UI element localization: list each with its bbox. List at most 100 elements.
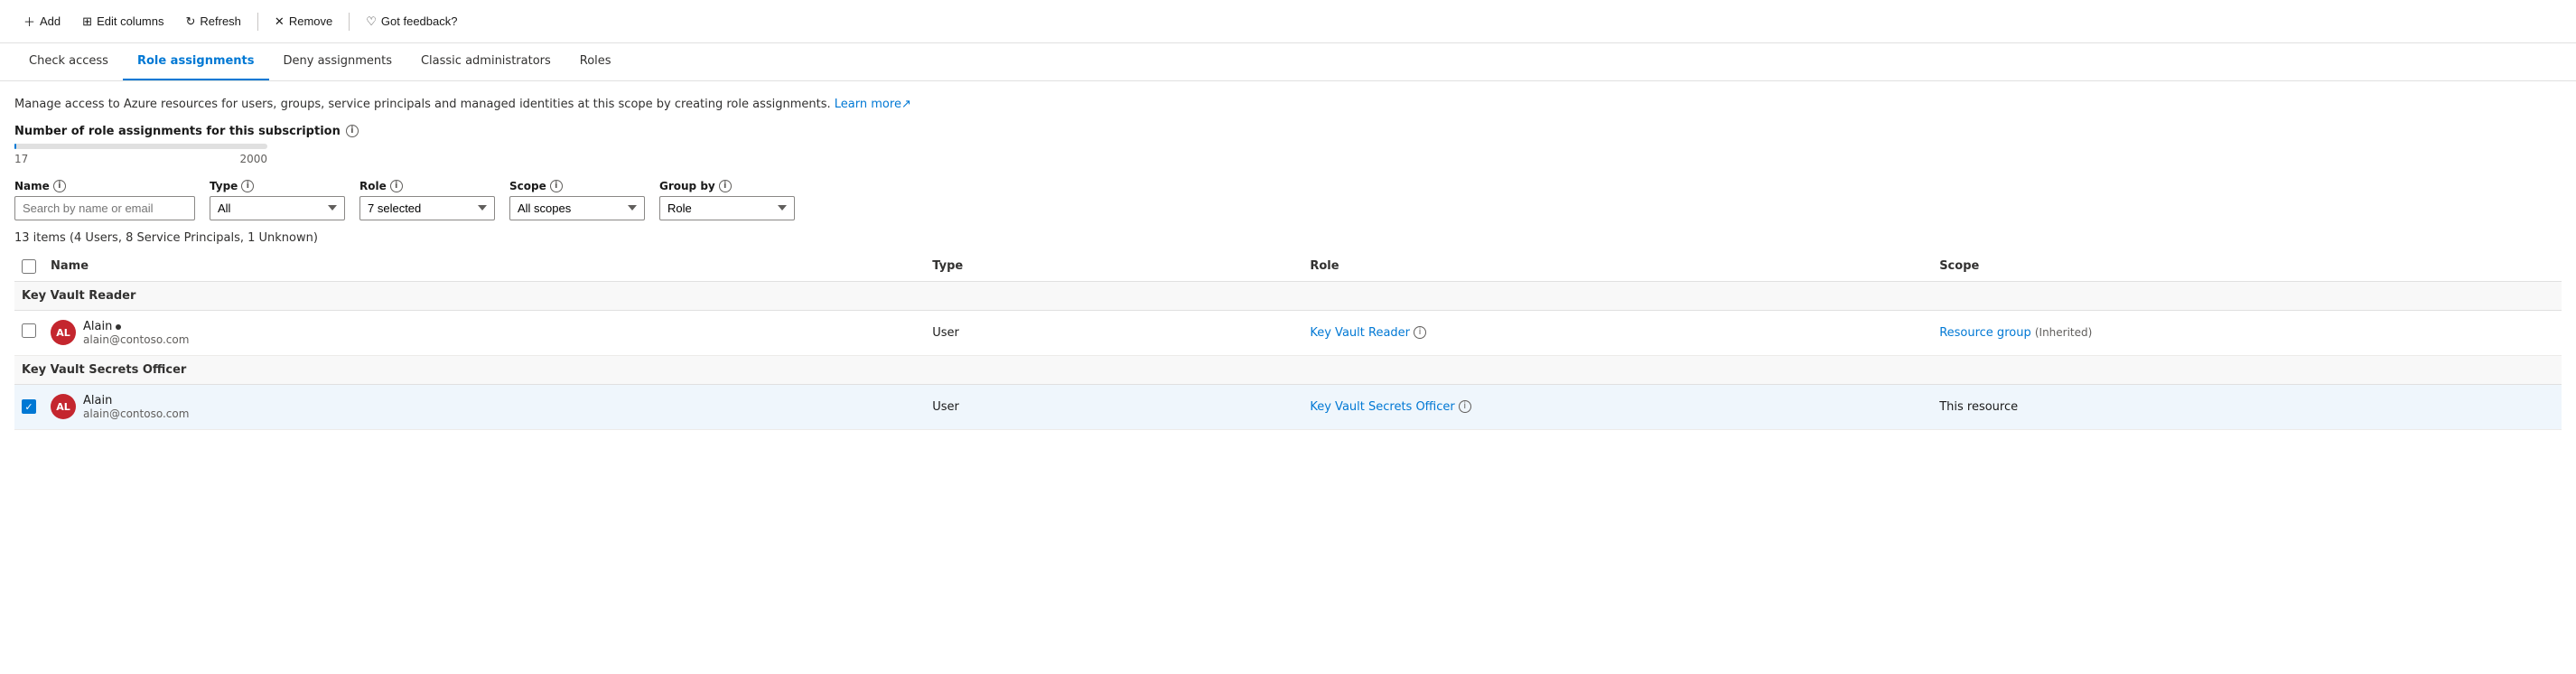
filter-type-label: Type i	[210, 180, 345, 192]
progress-max: 2000	[239, 153, 267, 165]
filter-scope-group: Scope i All scopesThis resourceInherited	[509, 180, 645, 220]
progress-label: Number of role assignments for this subs…	[14, 125, 2562, 138]
header-name: Name	[43, 252, 925, 282]
remove-label: Remove	[289, 14, 332, 28]
filter-groupby-group: Group by i RoleNameTypeScope	[659, 180, 795, 220]
tab-role-assignments[interactable]: Role assignments	[123, 43, 269, 80]
feedback-icon: ♡	[366, 14, 377, 29]
add-button[interactable]: ＋ Add	[14, 7, 70, 35]
add-label: Add	[40, 14, 61, 28]
row-checkbox[interactable]	[22, 399, 36, 414]
table-body: Key Vault Reader AL Alain alain@contoso.…	[14, 281, 2562, 429]
name-primary: Alain	[83, 320, 189, 333]
checkbox-cell	[14, 384, 43, 429]
remove-button[interactable]: ✕ Remove	[266, 9, 341, 34]
row-checkbox[interactable]	[22, 323, 36, 338]
avatar: AL	[51, 394, 76, 419]
name-secondary: alain@contoso.com	[83, 333, 189, 346]
role-link[interactable]: Key Vault Secrets Officer i	[1310, 400, 1925, 414]
role-link[interactable]: Key Vault Reader i	[1310, 326, 1925, 340]
edit-columns-button[interactable]: ⊞ Edit columns	[73, 9, 173, 34]
search-input[interactable]	[14, 196, 195, 220]
group-label: Key Vault Secrets Officer	[14, 355, 2562, 384]
checkbox-cell	[14, 310, 43, 355]
learn-more-link[interactable]: Learn more↗	[835, 98, 911, 111]
group-label: Key Vault Reader	[14, 281, 2562, 310]
filter-type-group: Type i AllUserGroupService PrincipalMana…	[210, 180, 345, 220]
toolbar-divider-1	[257, 13, 258, 31]
role-cell: Key Vault Reader i	[1302, 310, 1932, 355]
tab-roles[interactable]: Roles	[565, 43, 626, 80]
edit-columns-label: Edit columns	[97, 14, 163, 28]
tab-classic-administrators[interactable]: Classic administrators	[406, 43, 565, 80]
toolbar: ＋ Add ⊞ Edit columns ↻ Refresh ✕ Remove …	[0, 0, 2576, 43]
toolbar-divider-2	[349, 13, 350, 31]
content-area: Manage access to Azure resources for use…	[0, 81, 2576, 445]
name-cell: AL Alain alain@contoso.com	[43, 310, 925, 355]
avatar: AL	[51, 320, 76, 345]
scope-cell: Resource group (Inherited)	[1932, 310, 2562, 355]
filter-name-label: Name i	[14, 180, 195, 192]
header-checkbox-col	[14, 252, 43, 282]
refresh-icon: ↻	[185, 14, 195, 29]
filters-row: Name i Type i AllUserGroupService Princi…	[14, 180, 2562, 220]
scope-link[interactable]: Resource group	[1939, 326, 2031, 340]
scope-text: This resource	[1939, 400, 2018, 414]
role-info-icon[interactable]: i	[1459, 400, 1471, 413]
filter-type-info-icon[interactable]: i	[241, 180, 254, 192]
add-icon: ＋	[23, 13, 35, 30]
progress-label-text: Number of role assignments for this subs…	[14, 125, 341, 138]
tabs: Check access Role assignments Deny assig…	[0, 43, 2576, 81]
scope-inherited: (Inherited)	[2035, 326, 2092, 339]
header-scope: Scope	[1932, 252, 2562, 282]
type-cell: User	[925, 310, 1302, 355]
filter-name-info-icon[interactable]: i	[53, 180, 66, 192]
description: Manage access to Azure resources for use…	[14, 96, 2562, 114]
feedback-button[interactable]: ♡ Got feedback?	[357, 9, 466, 34]
select-all-checkbox[interactable]	[22, 259, 36, 274]
name-cell: AL Alain alain@contoso.com	[43, 384, 925, 429]
filter-scope-label: Scope i	[509, 180, 645, 192]
learn-more-text: Learn more	[835, 98, 901, 111]
progress-info-icon[interactable]: i	[346, 125, 359, 137]
progress-current: 17	[14, 153, 28, 165]
table-row[interactable]: AL Alain alain@contoso.com User Key Vaul…	[14, 384, 2562, 429]
progress-bar-container	[14, 144, 267, 149]
filter-role-label: Role i	[359, 180, 495, 192]
filter-role-group: Role i All7 selected	[359, 180, 495, 220]
feedback-label: Got feedback?	[381, 14, 458, 28]
items-count: 13 items (4 Users, 8 Service Principals,…	[14, 231, 2562, 245]
dot-indicator	[116, 324, 121, 330]
remove-icon: ✕	[275, 14, 285, 29]
edit-columns-icon: ⊞	[82, 14, 92, 29]
filter-role-info-icon[interactable]: i	[390, 180, 403, 192]
progress-numbers: 17 2000	[14, 153, 267, 165]
filter-scope-select[interactable]: All scopesThis resourceInherited	[509, 196, 645, 220]
filter-role-select[interactable]: All7 selected	[359, 196, 495, 220]
filter-name-group: Name i	[14, 180, 195, 220]
filter-type-select[interactable]: AllUserGroupService PrincipalManaged Ide…	[210, 196, 345, 220]
assignments-table: Name Type Role Scope Key Vault Reader AL…	[14, 252, 2562, 430]
filter-groupby-select[interactable]: RoleNameTypeScope	[659, 196, 795, 220]
table-group-row: Key Vault Secrets Officer	[14, 355, 2562, 384]
table-row[interactable]: AL Alain alain@contoso.com User Key Vaul…	[14, 310, 2562, 355]
external-link-icon: ↗	[901, 98, 911, 111]
description-text: Manage access to Azure resources for use…	[14, 98, 831, 111]
tab-check-access[interactable]: Check access	[14, 43, 123, 80]
refresh-label: Refresh	[200, 14, 241, 28]
table-group-row: Key Vault Reader	[14, 281, 2562, 310]
filter-groupby-label: Group by i	[659, 180, 795, 192]
header-type: Type	[925, 252, 1302, 282]
filter-groupby-info-icon[interactable]: i	[719, 180, 732, 192]
name-secondary: alain@contoso.com	[83, 407, 189, 420]
role-info-icon[interactable]: i	[1414, 326, 1426, 339]
filter-scope-info-icon[interactable]: i	[550, 180, 563, 192]
table-header-row: Name Type Role Scope	[14, 252, 2562, 282]
tab-deny-assignments[interactable]: Deny assignments	[269, 43, 406, 80]
refresh-button[interactable]: ↻ Refresh	[176, 9, 249, 34]
header-role: Role	[1302, 252, 1932, 282]
name-primary: Alain	[83, 394, 189, 407]
role-cell: Key Vault Secrets Officer i	[1302, 384, 1932, 429]
type-cell: User	[925, 384, 1302, 429]
scope-cell: This resource	[1932, 384, 2562, 429]
